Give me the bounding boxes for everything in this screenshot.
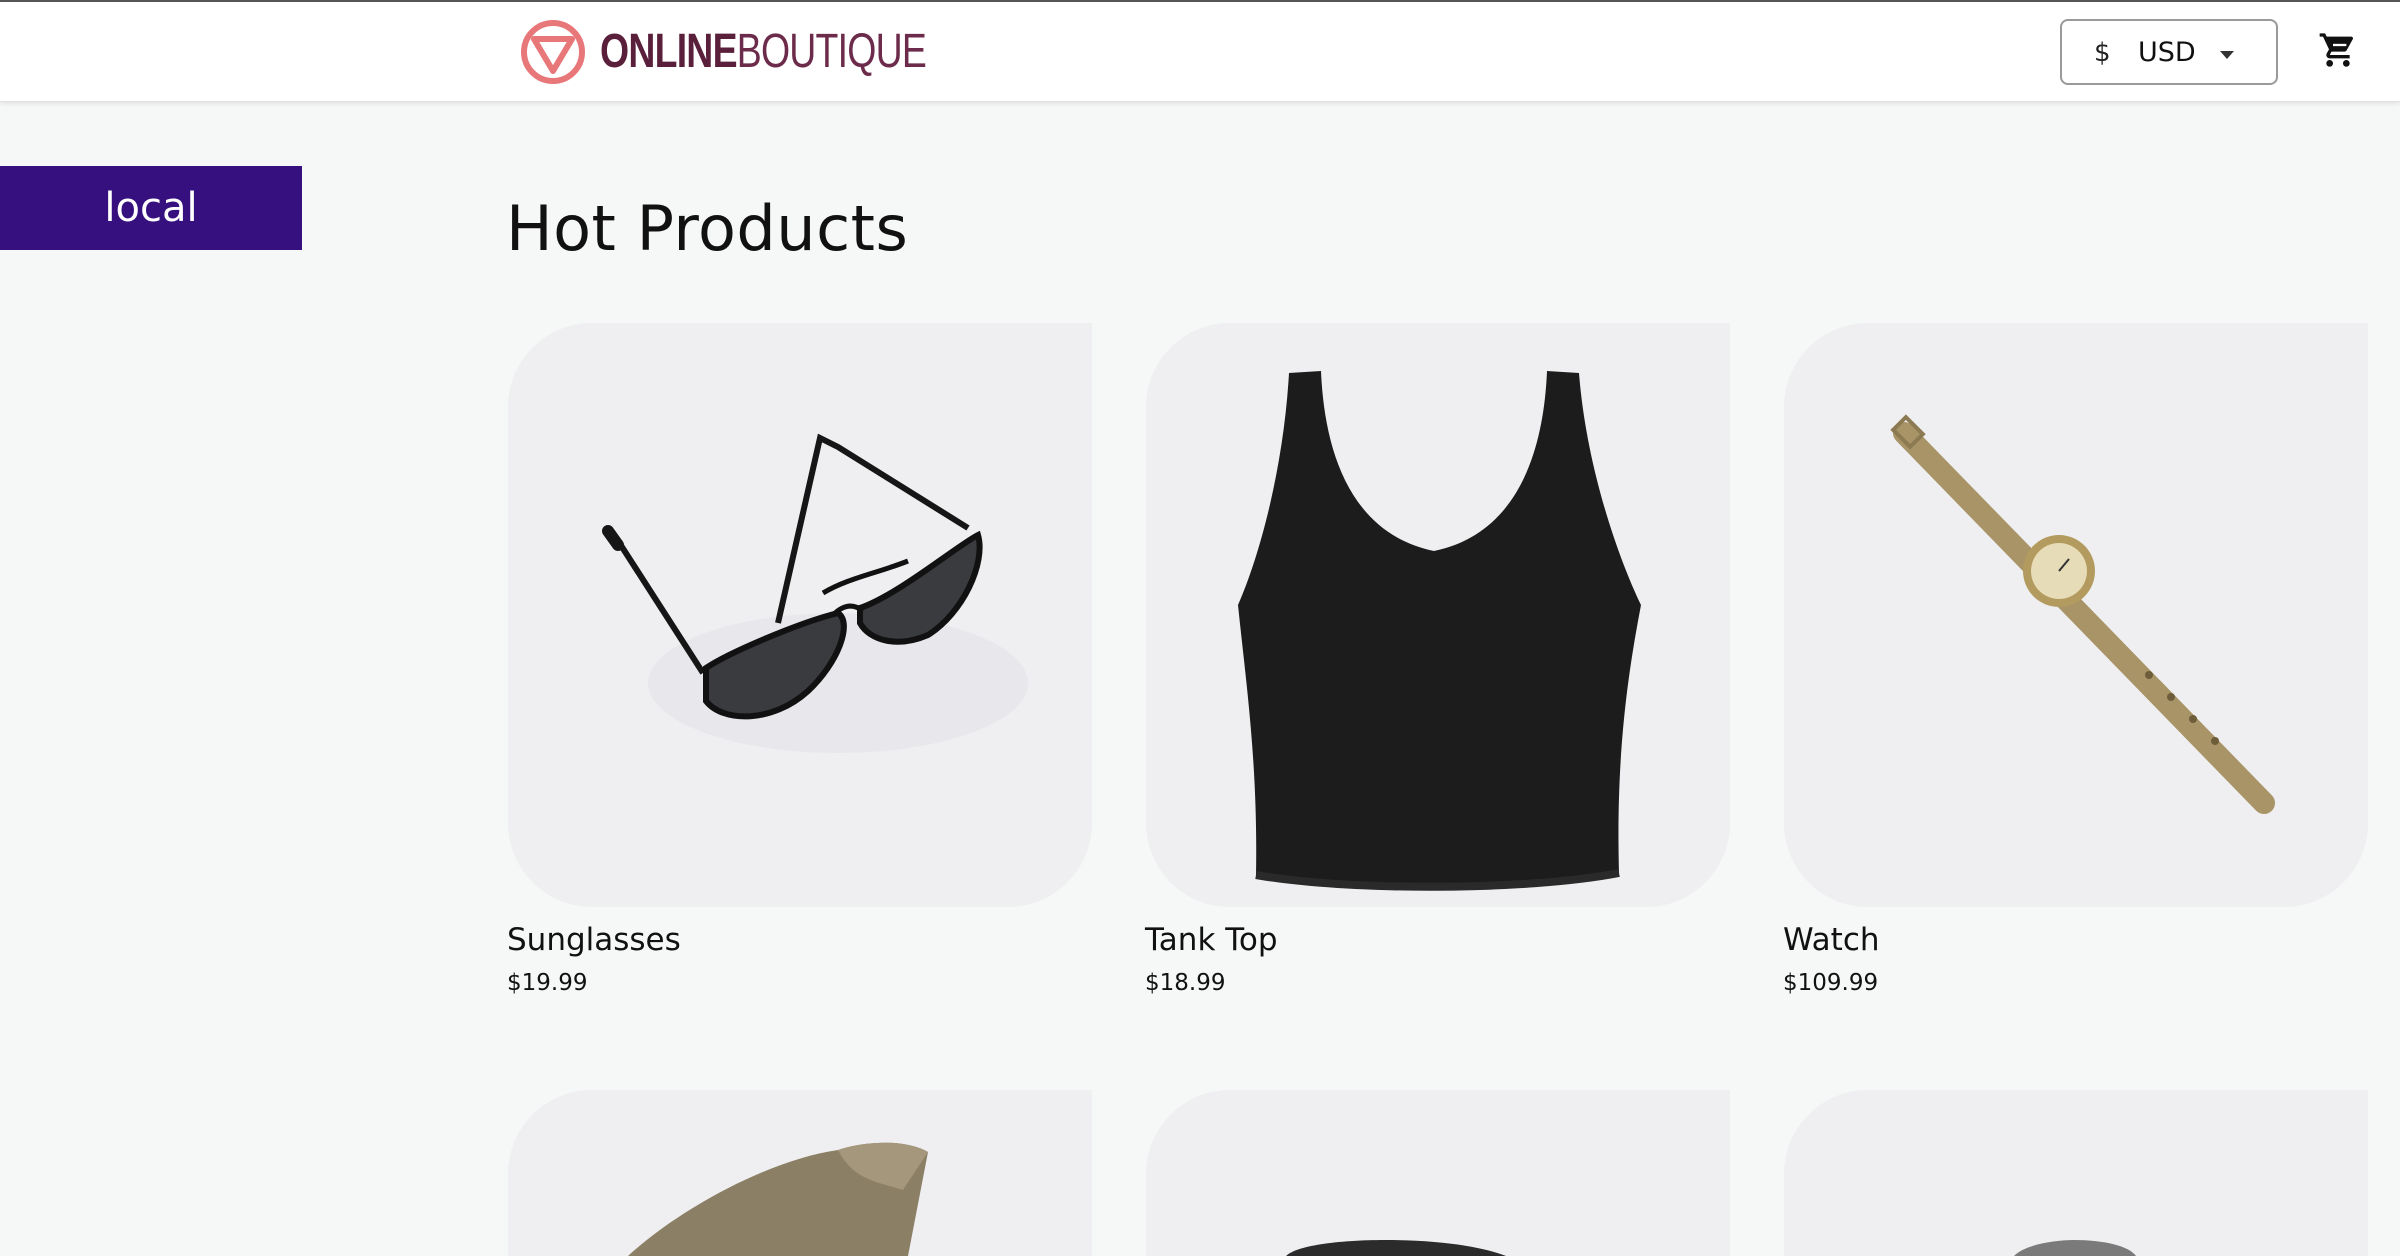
watch-illustration (1784, 323, 2368, 907)
online-boutique-logo[interactable]: ONLINEBOUTIQUE (520, 18, 1018, 86)
top-navigation-bar: ONLINEBOUTIQUE $ USD (0, 0, 2400, 102)
logo-mark-icon (521, 20, 585, 84)
tank-top-illustration (1146, 323, 1730, 907)
cart-icon[interactable] (2318, 30, 2358, 70)
hairdryer-image[interactable] (1146, 1090, 1730, 1256)
logo-wordmark: ONLINEBOUTIQUE (600, 25, 927, 78)
environment-badge: local (0, 166, 302, 250)
currency-code: USD (2138, 37, 2196, 68)
logo-text-online: ONLINE (600, 25, 738, 78)
product-name[interactable]: Tank Top (1145, 922, 1278, 958)
product-name[interactable]: Watch (1783, 922, 1880, 958)
product-price: $19.99 (507, 970, 588, 996)
currency-selector[interactable]: $ USD (2060, 19, 2278, 85)
sunglasses-image[interactable] (508, 323, 1092, 907)
hairdryer-illustration (1146, 1090, 1730, 1256)
candle-holder-image[interactable] (1784, 1090, 2368, 1256)
watch-image[interactable] (1784, 323, 2368, 907)
product-name[interactable]: Sunglasses (507, 922, 681, 958)
section-title: Hot Products (506, 192, 909, 265)
tank-top-image[interactable] (1146, 323, 1730, 907)
chevron-down-icon (2220, 51, 2234, 59)
loafers-image[interactable] (508, 1090, 1092, 1256)
candle-holder-illustration (1784, 1090, 2368, 1256)
product-price: $18.99 (1145, 970, 1226, 996)
loafers-illustration (508, 1090, 1092, 1256)
logo-text-boutique: BOUTIQUE (736, 25, 927, 78)
currency-symbol: $ (2094, 38, 2111, 68)
product-price: $109.99 (1783, 970, 1879, 996)
sunglasses-illustration (508, 323, 1092, 907)
